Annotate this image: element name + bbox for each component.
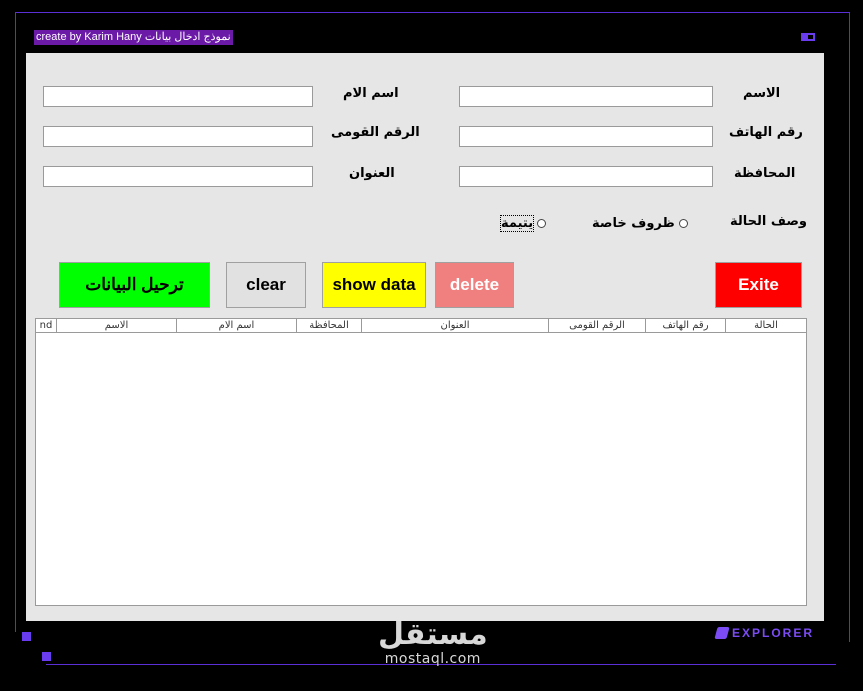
governorate-field[interactable]: [459, 166, 713, 187]
mother-name-field[interactable]: [43, 86, 313, 107]
column-header-national-id[interactable]: الرقم القومى: [549, 319, 646, 332]
address-label: العنوان: [349, 166, 395, 181]
column-header-name[interactable]: الاسم: [57, 319, 177, 332]
national-id-label: الرقم القومى: [331, 125, 420, 140]
mother-name-label: اسم الام: [343, 86, 399, 101]
phone-label: رقم الهاتف: [729, 125, 803, 140]
radio-label: يتيمة: [499, 215, 535, 232]
radio-orphan[interactable]: يتيمة: [499, 215, 547, 232]
address-field[interactable]: [43, 166, 313, 187]
exit-button[interactable]: Exite: [715, 262, 802, 308]
explorer-label: EXPLORER: [732, 626, 815, 640]
frame-right-line: [849, 12, 850, 642]
column-header-governorate[interactable]: المحافظة: [297, 319, 362, 332]
watermark-arabic: مستقل: [378, 617, 488, 652]
window-restore-icon[interactable]: [801, 33, 815, 41]
column-header-address[interactable]: العنوان: [362, 319, 549, 332]
phone-field[interactable]: [459, 126, 713, 147]
explorer-logo-icon: [714, 627, 730, 639]
national-id-field[interactable]: [43, 126, 313, 147]
governorate-label: المحافظة: [734, 166, 796, 181]
explorer-branding: EXPLORER: [714, 626, 815, 640]
name-label: الاسم: [743, 86, 781, 101]
column-header-phone[interactable]: رقم الهاتف: [646, 319, 726, 332]
submit-data-button[interactable]: ترحيل البيانات: [59, 262, 210, 308]
corner-square-1: [22, 632, 31, 641]
column-header-mother-name[interactable]: اسم الام: [177, 319, 297, 332]
show-data-button[interactable]: show data: [322, 262, 426, 308]
name-field[interactable]: [459, 86, 713, 107]
column-header-nd[interactable]: nd: [36, 319, 57, 332]
radio-special-circumstances[interactable]: ظروف خاصة: [592, 216, 688, 231]
case-description-label: وصف الحالة: [730, 214, 808, 229]
watermark: مستقل mostaql.com: [378, 617, 488, 667]
grid-header: nd الاسم اسم الام المحافظة العنوان الرقم…: [36, 319, 806, 333]
radio-label: ظروف خاصة: [592, 216, 675, 231]
watermark-latin: mostaql.com: [384, 651, 481, 667]
corner-square-2: [42, 652, 51, 661]
radio-circle[interactable]: [537, 219, 547, 228]
clear-button[interactable]: clear: [226, 262, 306, 308]
delete-button[interactable]: delete: [435, 262, 514, 308]
column-header-status[interactable]: الحالة: [726, 319, 806, 332]
frame-top-line: [15, 12, 850, 13]
window-title: create by Karim Hany نموذج ادخال بيانات: [34, 30, 233, 45]
frame-left-line: [15, 12, 16, 632]
data-grid[interactable]: nd الاسم اسم الام المحافظة العنوان الرقم…: [35, 318, 807, 606]
radio-circle[interactable]: [678, 219, 688, 228]
